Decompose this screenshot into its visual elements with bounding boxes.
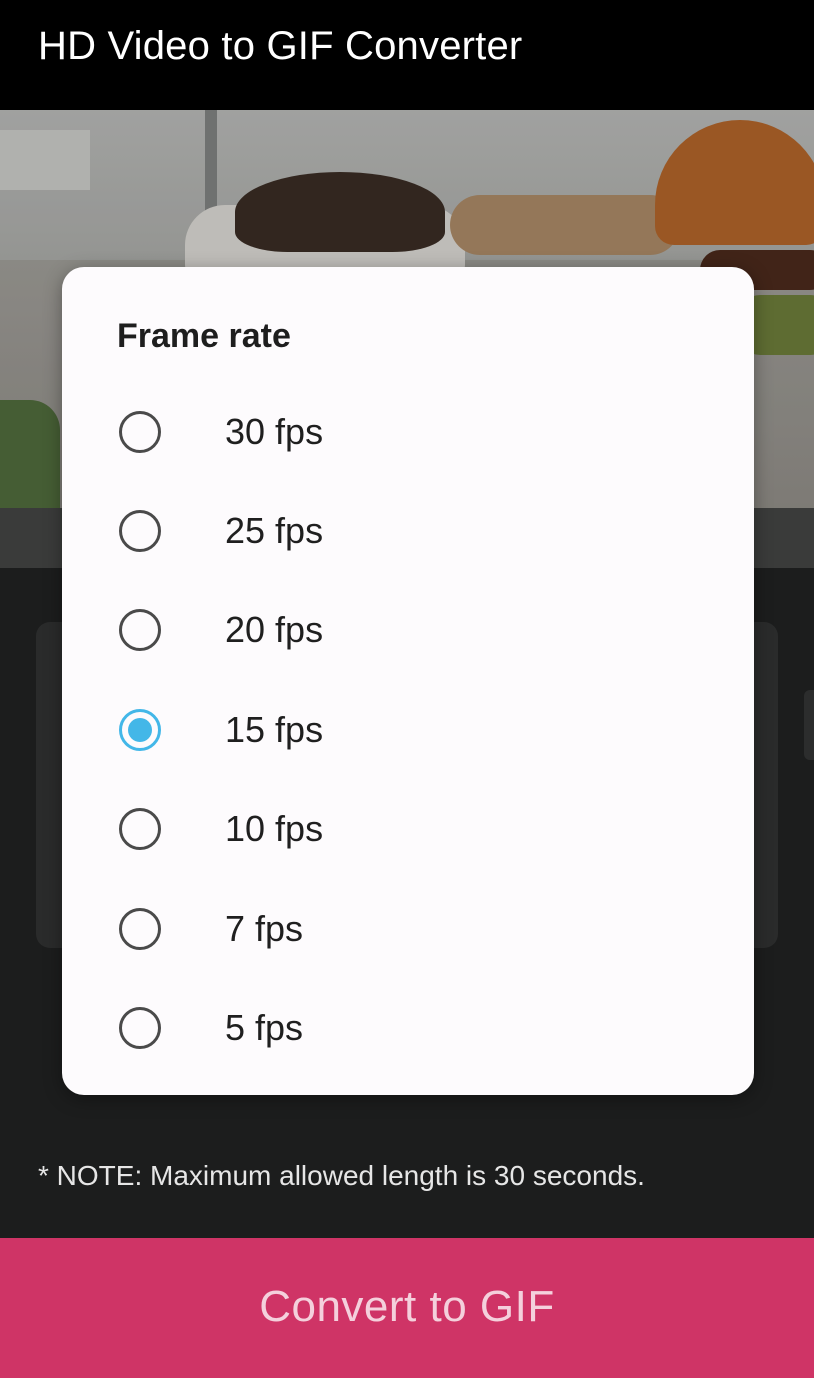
option-label: 25 fps <box>225 510 324 551</box>
option-30-fps[interactable]: 30 fps <box>62 383 754 481</box>
dialog-title: Frame rate <box>117 317 291 355</box>
option-label: 30 fps <box>225 411 324 452</box>
length-note: * NOTE: Maximum allowed length is 30 sec… <box>38 1160 645 1191</box>
frame-rate-dialog: Frame rate 30 fps 25 fps 20 fps 15 fps 1… <box>62 267 754 1095</box>
radio-button[interactable] <box>119 510 161 552</box>
option-25-fps[interactable]: 25 fps <box>62 482 754 580</box>
option-label: 7 fps <box>225 908 304 949</box>
convert-to-gif-button[interactable]: Convert to GIF <box>0 1238 814 1378</box>
option-10-fps[interactable]: 10 fps <box>62 780 754 878</box>
option-label: 20 fps <box>225 609 324 650</box>
radio-button[interactable] <box>119 609 161 651</box>
option-5-fps[interactable]: 5 fps <box>62 979 754 1077</box>
side-card-edge <box>804 690 814 760</box>
convert-button-label: Convert to GIF <box>259 1282 555 1331</box>
app-title: HD Video to GIF Converter <box>38 24 523 68</box>
option-label: 10 fps <box>225 808 324 849</box>
radio-button-checked[interactable] <box>119 709 161 751</box>
option-15-fps[interactable]: 15 fps <box>62 681 754 779</box>
option-label: 5 fps <box>225 1007 304 1048</box>
option-7-fps[interactable]: 7 fps <box>62 880 754 978</box>
radio-button[interactable] <box>119 411 161 453</box>
app-bar: HD Video to GIF Converter <box>0 0 814 110</box>
radio-button[interactable] <box>119 908 161 950</box>
option-20-fps[interactable]: 20 fps <box>62 581 754 679</box>
app-screen: HD Video to GIF Converter * NOTE: Maximu… <box>0 0 814 1378</box>
radio-button[interactable] <box>119 1007 161 1049</box>
option-label: 15 fps <box>225 709 324 750</box>
radio-button[interactable] <box>119 808 161 850</box>
